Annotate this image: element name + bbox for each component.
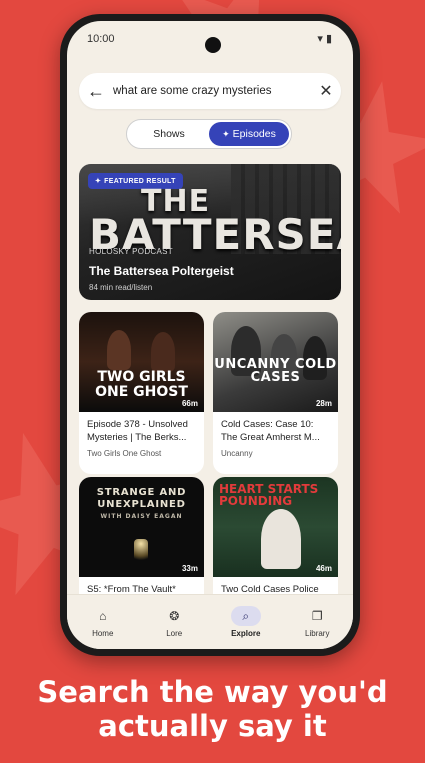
episode-title: Cold Cases: Case 10: The Great Amherst M…	[221, 419, 320, 443]
episode-title: Episode 378 - Unsolved Mysteries | The B…	[87, 419, 188, 443]
episode-duration: 46m	[315, 564, 332, 573]
tab-episodes[interactable]: ✦ Episodes	[209, 122, 289, 146]
episode-artwork-title: STRANGE AND UNEXPLAINED	[96, 487, 187, 510]
episode-card[interactable]: HEART STARTS POUNDING 46m Two Cold Cases…	[213, 477, 338, 607]
status-icons: ▾▮	[317, 32, 335, 45]
bottom-navigation: ⌂ Home ❂ Lore ⌕ Explore ❐ Library	[67, 594, 353, 649]
featured-podcast-name: HOLOSKY PODCAST	[89, 247, 173, 256]
nav-label-explore: Explore	[231, 629, 261, 638]
phone-frame: 10:00 ▾▮ ← what are some crazy mysteries…	[60, 14, 360, 656]
artwork-figure	[107, 330, 131, 370]
nav-item-library[interactable]: ❐ Library	[282, 595, 354, 649]
episode-artwork-title: UNCANNY COLD CASES	[214, 357, 337, 385]
episode-artwork: TWO GIRLS ONE GHOST 66m	[79, 312, 204, 412]
episode-artwork: HEART STARTS POUNDING 46m	[213, 477, 338, 577]
search-input[interactable]: what are some crazy mysteries	[113, 85, 311, 97]
back-arrow-icon[interactable]: ←	[79, 81, 113, 102]
episode-card[interactable]: UNCANNY COLD CASES 28m Cold Cases: Case …	[213, 312, 338, 474]
episode-artwork-title: TWO GIRLS ONE GHOST	[95, 369, 188, 400]
promo-tagline: Search the way you'd actually say it	[37, 675, 388, 744]
result-type-toggle: Shows ✦ Episodes	[126, 119, 292, 149]
nav-item-explore[interactable]: ⌕ Explore	[210, 595, 282, 649]
front-camera	[205, 37, 221, 53]
featured-episode-title: The Battersea Poltergeist	[89, 264, 234, 278]
search-bar[interactable]: ← what are some crazy mysteries ✕	[79, 73, 341, 109]
tab-shows[interactable]: Shows	[129, 122, 209, 146]
episode-duration: 28m	[315, 399, 332, 408]
episode-show: Uncanny	[221, 448, 253, 458]
nav-item-lore[interactable]: ❂ Lore	[139, 595, 211, 649]
artwork-figure	[261, 509, 301, 569]
library-icon: ❐	[311, 609, 323, 623]
featured-result-card[interactable]: ✦ FEATURED RESULT THE BATTERSEA HOLOSKY …	[79, 164, 341, 300]
status-bar: 10:00 ▾▮	[67, 21, 353, 55]
nav-label-home: Home	[92, 629, 114, 638]
app-screen: 10:00 ▾▮ ← what are some crazy mysteries…	[67, 21, 353, 649]
tab-shows-label: Shows	[153, 128, 185, 140]
featured-artwork-title: THE BATTERSEA	[89, 187, 341, 255]
tab-episodes-label: Episodes	[232, 128, 276, 140]
status-time: 10:00	[87, 33, 115, 45]
episode-artwork: UNCANNY COLD CASES 28m	[213, 312, 338, 412]
close-icon[interactable]: ✕	[311, 81, 341, 101]
home-icon: ⌂	[99, 609, 107, 623]
episode-card[interactable]: TWO GIRLS ONE GHOST 66m Episode 378 - Un…	[79, 312, 204, 474]
episode-show: Two Girls One Ghost	[87, 448, 162, 458]
episode-artwork-title: HEART STARTS POUNDING	[219, 482, 319, 508]
wifi-icon: ▾	[317, 33, 326, 45]
nav-item-home[interactable]: ⌂ Home	[67, 595, 139, 649]
sparkle-icon: ✦	[222, 128, 230, 139]
search-icon: ⌕	[230, 606, 261, 626]
episode-artwork: STRANGE AND UNEXPLAINED WITH DAISY EAGAN…	[79, 477, 204, 577]
nav-label-library: Library	[305, 629, 330, 638]
artwork-figure	[151, 332, 175, 372]
episode-duration: 33m	[181, 564, 198, 573]
lamp-icon	[134, 539, 148, 563]
battery-icon: ▮	[325, 33, 335, 45]
sparkle-icon: ✦	[95, 178, 102, 185]
episode-card[interactable]: STRANGE AND UNEXPLAINED WITH DAISY EAGAN…	[79, 477, 204, 607]
episode-artwork-subtitle: WITH DAISY EAGAN	[100, 513, 183, 520]
nav-label-lore: Lore	[166, 629, 183, 638]
episode-duration: 66m	[181, 399, 198, 408]
featured-duration: 84 min read/listen	[89, 283, 153, 292]
brain-icon: ❂	[169, 609, 180, 623]
